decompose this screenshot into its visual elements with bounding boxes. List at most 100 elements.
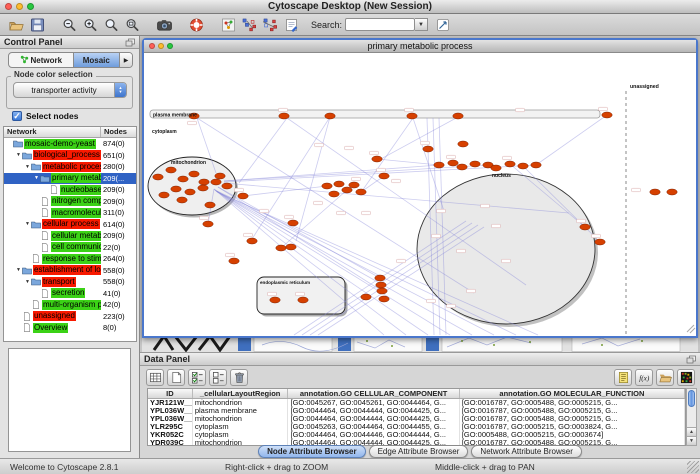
- network-view-window[interactable]: primary metabolic process plasma membran…: [142, 38, 698, 338]
- attribute-list-button[interactable]: [614, 369, 632, 386]
- map-attributes-button[interactable]: [239, 15, 260, 34]
- zoom-selected-button[interactable]: [101, 15, 122, 34]
- table-cell: mitochondrion: [193, 399, 289, 407]
- delete-attribute-button[interactable]: [230, 369, 248, 386]
- scroll-down-button[interactable]: ▼: [687, 436, 696, 445]
- tree-row-label: Overview: [33, 323, 68, 333]
- network-image-button[interactable]: [218, 15, 239, 34]
- tree-row-label: cell communicat: [51, 242, 101, 252]
- status-bar: Welcome to Cytoscape 2.8.1Right-click + …: [0, 458, 700, 474]
- table-row[interactable]: YJR121W__1mitochondrion[GO:0045267, GO:0…: [148, 399, 685, 407]
- tree-row-count: 264(0): [103, 253, 125, 265]
- tree-row[interactable]: response to stimulu264(0): [4, 253, 136, 265]
- tree-row-label: metabolic process: [42, 162, 101, 172]
- tree-row[interactable]: ▼cellular process614(0): [4, 219, 136, 231]
- tab-overflow-button[interactable]: ▶: [119, 53, 132, 67]
- select-nodes-checkbox[interactable]: ✓: [12, 111, 22, 121]
- scrollbar-thumb[interactable]: [688, 390, 695, 407]
- import-attributes-button[interactable]: [656, 369, 674, 386]
- save-session-button[interactable]: [27, 15, 48, 34]
- table-column-header[interactable]: annotation.GO CELLULAR_COMPONENT: [288, 389, 459, 398]
- table-cell: [GO:0005488, GO:0005215, GO:0003674]: [460, 431, 685, 439]
- data-panel: Data Panel f(x) ID_cellularLayoutRegiona…: [140, 352, 700, 458]
- table-column-header[interactable]: _cellularLayoutRegion: [193, 389, 289, 398]
- tree-row[interactable]: cellular metabo209(0): [4, 230, 136, 242]
- annotation-button[interactable]: [281, 15, 302, 34]
- svg-text:nucleus: nucleus: [492, 173, 511, 179]
- tree-row-count: 8(0): [103, 322, 116, 334]
- status-text: Middle-click + drag to PAN: [435, 462, 535, 472]
- tree-row[interactable]: cell communicat22(0): [4, 242, 136, 254]
- tree-row[interactable]: ▼biological_process651(0): [4, 150, 136, 162]
- attribute-table-header: ID_cellularLayoutRegionannotation.GO CEL…: [148, 389, 685, 399]
- table-row[interactable]: YPL036W__1mitochondrion[GO:0044464, GO:0…: [148, 415, 685, 423]
- search-options-button[interactable]: [434, 17, 452, 33]
- tree-row[interactable]: secretion41(0): [4, 288, 136, 300]
- table-cell: cytoplasm: [193, 431, 289, 439]
- table-cell: [GO:0016787, GO:0005488, GO:0005215, G..…: [460, 415, 685, 423]
- cytoscape-app: Cytoscape Desktop (New Session) Search: …: [0, 0, 700, 474]
- tree-row[interactable]: unassigned223(0): [4, 311, 136, 323]
- tree-row[interactable]: macromolecule311(0): [4, 207, 136, 219]
- tab-network-attribute-browser[interactable]: Network Attribute Browser: [471, 445, 581, 458]
- tree-row[interactable]: ▼transport558(0): [4, 276, 136, 288]
- select-attributes-button[interactable]: [188, 369, 206, 386]
- resize-grip[interactable]: [687, 461, 699, 473]
- tab-edge-attribute-browser[interactable]: Edge Attribute Browser: [369, 445, 469, 458]
- network-canvas[interactable]: plasma membranecytoplasmmitochondrionnuc…: [144, 53, 696, 336]
- tree-column-nodes[interactable]: Nodes: [101, 127, 136, 137]
- tree-row[interactable]: multi-organism pro42(0): [4, 299, 136, 311]
- tree-row-label: unassigned: [33, 311, 76, 321]
- table-row[interactable]: YLR295Ccytoplasm[GO:0045263, GO:0044464,…: [148, 423, 685, 431]
- float-data-panel-icon[interactable]: [686, 355, 696, 364]
- network-tree-header: Network Nodes: [4, 127, 136, 138]
- tree-row[interactable]: mosaic-demo-yeast874(0): [4, 138, 136, 150]
- tree-row[interactable]: Overview 8(0): [4, 322, 136, 334]
- search-input[interactable]: [345, 18, 415, 31]
- tree-row[interactable]: ▼primary metabol209(...: [4, 173, 136, 185]
- tree-row[interactable]: ▼metabolic process280(0): [4, 161, 136, 173]
- new-attribute-button[interactable]: [167, 369, 185, 386]
- node-color-selection-label: Node color selection: [11, 70, 96, 79]
- table-cell: YKR052C: [148, 431, 193, 439]
- table-cell: [GO:0016787, GO:0005215, GO:0003824, G..…: [460, 423, 685, 431]
- open-file-button[interactable]: [6, 15, 27, 34]
- search-dropdown-button[interactable]: ▼: [415, 18, 428, 31]
- formula-builder-button[interactable]: f(x): [635, 369, 653, 386]
- tree-row-label: mosaic-demo-yeast: [24, 139, 96, 149]
- tab-network[interactable]: Network: [9, 53, 73, 67]
- help-button[interactable]: [186, 15, 207, 34]
- control-panel-empty-box: [8, 348, 131, 452]
- scroll-up-button[interactable]: ▲: [687, 427, 696, 436]
- data-panel-toolbar: f(x): [146, 368, 695, 387]
- tree-column-network[interactable]: Network: [4, 127, 101, 137]
- tab-mosaic[interactable]: Mosaic: [73, 53, 119, 67]
- attribute-grid-button[interactable]: [146, 369, 164, 386]
- tree-row[interactable]: nucleobase-209(0): [4, 184, 136, 196]
- zoom-in-button[interactable]: [80, 15, 101, 34]
- snapshot-button[interactable]: [154, 15, 175, 34]
- tree-row-label: response to stimulu: [42, 254, 101, 264]
- tree-row-count: 22(0): [103, 242, 121, 254]
- attribute-table[interactable]: ID_cellularLayoutRegionannotation.GO CEL…: [147, 388, 686, 446]
- zoom-out-button[interactable]: [59, 15, 80, 34]
- table-column-header[interactable]: ID: [148, 389, 193, 398]
- tab-node-attribute-browser[interactable]: Node Attribute Browser: [258, 445, 366, 458]
- zoom-fit-button[interactable]: [122, 15, 143, 34]
- network-desktop: primary metabolic process plasma membran…: [140, 36, 700, 352]
- node-color-dropdown[interactable]: transporter activity ▲▼: [13, 82, 127, 98]
- table-row[interactable]: YKR052Ccytoplasm[GO:0044464, GO:0044446,…: [148, 431, 685, 439]
- unselect-attributes-button[interactable]: [209, 369, 227, 386]
- table-column-header[interactable]: annotation.GO MOLECULAR_FUNCTION: [460, 389, 685, 398]
- float-panel-icon[interactable]: [125, 38, 135, 47]
- window-titlebar[interactable]: Cytoscape Desktop (New Session): [0, 0, 700, 14]
- table-row[interactable]: YPL036W__2plasma membrane[GO:0044464, GO…: [148, 407, 685, 415]
- map-attributes-alt-button[interactable]: [260, 15, 281, 34]
- main-toolbar: Search: ▼: [0, 14, 700, 36]
- tree-row[interactable]: ▼establishment of lo558(0): [4, 265, 136, 277]
- network-window-titlebar[interactable]: primary metabolic process: [144, 40, 696, 53]
- attribute-matrix-button[interactable]: [677, 369, 695, 386]
- window-title: Cytoscape Desktop (New Session): [0, 1, 700, 12]
- attribute-table-scrollbar[interactable]: ▲ ▼: [686, 388, 697, 446]
- tree-row[interactable]: nitrogen compo209(0): [4, 196, 136, 208]
